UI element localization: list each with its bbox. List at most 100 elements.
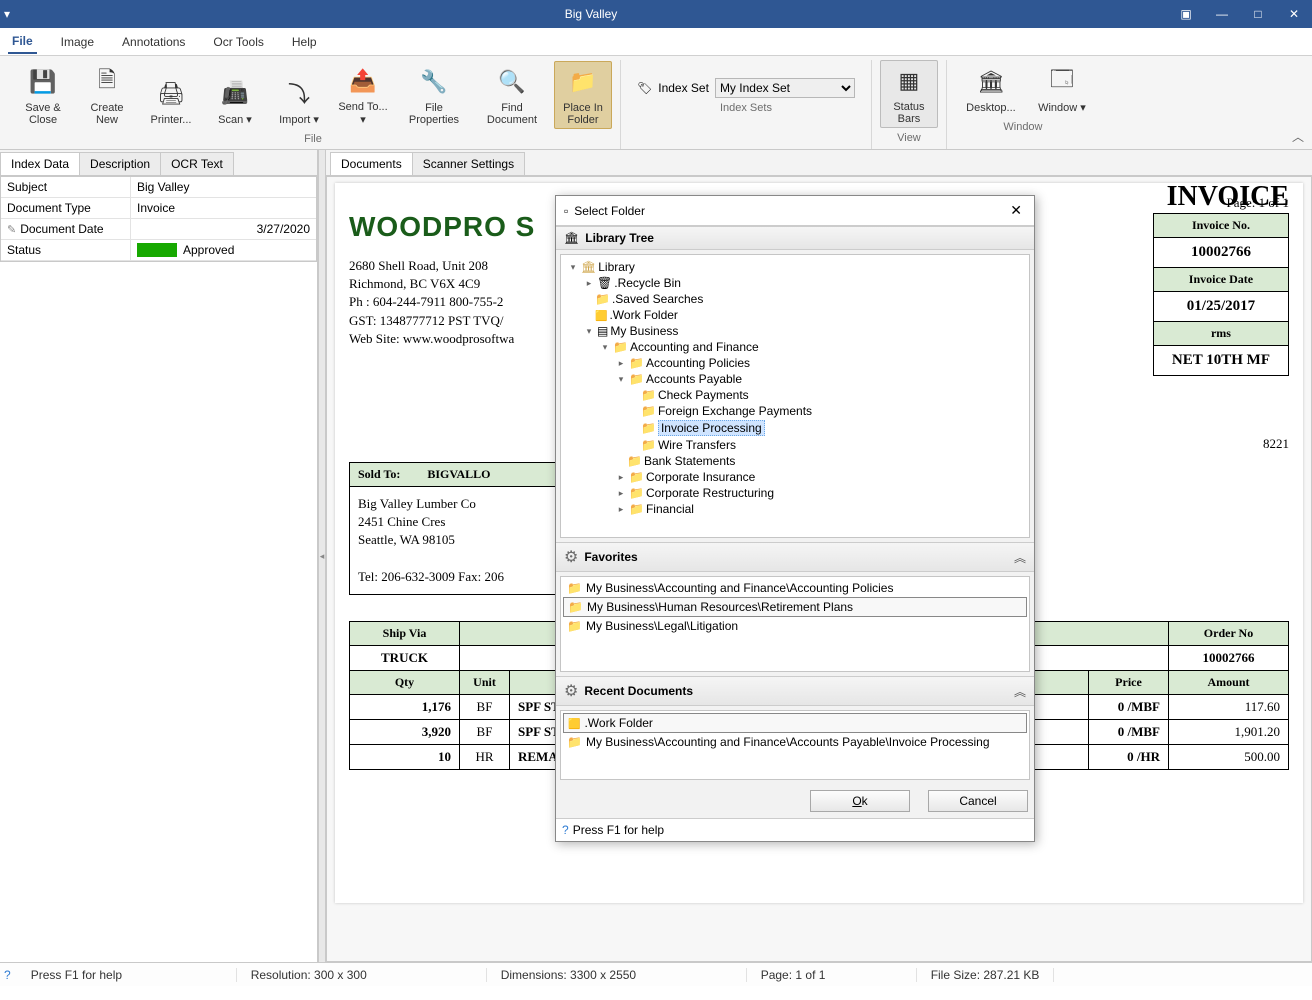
invoice-info-table: Invoice No.10002766 Invoice Date01/25/20…	[1153, 213, 1289, 376]
ribbon-collapse-icon[interactable]: ︿	[1292, 128, 1304, 145]
folder-icon	[629, 372, 644, 386]
tab-documents[interactable]: Documents	[330, 152, 413, 175]
tree-node-invoice-processing[interactable]: Invoice Processing	[563, 419, 1027, 437]
idx-subject-value[interactable]: Big Valley	[131, 177, 316, 197]
library-tree-header: Library Tree	[585, 231, 654, 245]
favorites-header: Favorites	[584, 550, 637, 564]
favorite-item[interactable]: My Business\Legal\Litigation	[563, 617, 1027, 635]
scanner-icon: 📠	[217, 75, 253, 111]
expand-icon[interactable]: ▾	[615, 374, 627, 385]
expand-icon[interactable]: ▸	[615, 504, 627, 515]
status-bars-button[interactable]: ▦Status Bars	[880, 60, 938, 128]
dialog-help-text: Press F1 for help	[573, 823, 664, 837]
recycle-icon: 🗑	[597, 276, 612, 290]
tab-index-data[interactable]: Index Data	[0, 152, 80, 175]
ribbon-toggle-icon[interactable]: ▣	[1172, 3, 1200, 25]
tab-ocr-text[interactable]: OCR Text	[160, 152, 234, 175]
save-close-button[interactable]: 💾Save & Close	[14, 61, 72, 129]
expand-icon[interactable]: ▾	[567, 262, 579, 273]
idx-status-label: Status	[1, 240, 131, 260]
ribbon-group-file: File	[304, 131, 322, 147]
menu-help[interactable]: Help	[288, 31, 321, 53]
library-tree[interactable]: ▾ Library ▸🗑 .Recycle Bin .Saved Searche…	[560, 254, 1030, 538]
favorite-item[interactable]: My Business\Human Resources\Retirement P…	[563, 597, 1027, 617]
file-properties-button[interactable]: 🔧File Properties	[398, 61, 470, 129]
folder-icon	[613, 340, 628, 354]
invoice-heading: INVOICE	[1153, 181, 1289, 213]
folder-icon: 📁	[565, 64, 601, 100]
expand-icon[interactable]: ▸	[583, 278, 595, 289]
help-icon: ?	[4, 968, 11, 982]
splitter[interactable]: ◂	[318, 150, 326, 962]
wrench-icon: 🔧	[416, 64, 452, 100]
company-address: 2680 Shell Road, Unit 208Richmond, BC V6…	[349, 257, 535, 348]
index-grid: SubjectBig Valley Document TypeInvoice D…	[0, 176, 317, 262]
scan-button[interactable]: 📠Scan ▾	[206, 72, 264, 129]
folder-icon	[629, 502, 644, 516]
gear-icon: ⚙	[564, 547, 578, 567]
idx-docdate-label: Document Date	[1, 219, 131, 239]
collapse-icon[interactable]: ︽	[1014, 549, 1026, 566]
collapse-icon[interactable]: ︽	[1014, 683, 1026, 700]
work-folder-icon	[595, 308, 607, 322]
close-button[interactable]: ✕	[1280, 3, 1308, 25]
idx-subject-label: Subject	[1, 177, 131, 197]
status-bar: ? Press F1 for help Resolution: 300 x 30…	[0, 962, 1312, 986]
expand-icon[interactable]: ▸	[615, 358, 627, 369]
idx-status-value[interactable]: Approved	[131, 240, 316, 260]
find-document-button[interactable]: 🔍Find Document	[476, 61, 548, 129]
idx-docdate-value[interactable]: 3/27/2020	[131, 219, 316, 239]
titlebar: ▾ Big Valley ▣ — □ ✕	[0, 0, 1312, 28]
company-logo: WOODPRO S	[349, 211, 535, 243]
status-color-badge	[137, 243, 177, 257]
idx-doctype-value[interactable]: Invoice	[131, 198, 316, 218]
index-set-select[interactable]: My Index Set	[715, 78, 855, 98]
window-title: Big Valley	[10, 7, 1172, 21]
maximize-button[interactable]: □	[1244, 3, 1272, 25]
minimize-button[interactable]: —	[1208, 3, 1236, 25]
printer-button[interactable]: 🖨Printer...	[142, 73, 200, 129]
tag-icon: 🏷	[637, 81, 652, 95]
expand-icon[interactable]: ▸	[615, 472, 627, 483]
expand-icon[interactable]: ▾	[599, 342, 611, 353]
index-set-label: Index Set	[658, 81, 709, 95]
recent-item[interactable]: .Work Folder	[563, 713, 1027, 733]
folder-icon	[567, 619, 582, 633]
folder-icon	[629, 486, 644, 500]
menu-file[interactable]: File	[8, 30, 37, 54]
favorites-list: My Business\Accounting and Finance\Accou…	[560, 576, 1030, 672]
tab-description[interactable]: Description	[79, 152, 161, 175]
work-folder-icon	[568, 716, 580, 730]
left-pane: Index Data Description OCR Text SubjectB…	[0, 150, 318, 962]
ribbon: 💾Save & Close 🗎Create New 🖨Printer... 📠S…	[0, 56, 1312, 150]
cancel-button[interactable]: Cancel	[928, 790, 1028, 812]
dialog-close-button[interactable]: ✕	[1006, 202, 1026, 219]
expand-icon[interactable]: ▾	[583, 326, 595, 337]
send-to-button[interactable]: 📤Send To... ▾	[334, 60, 392, 129]
expand-icon[interactable]: ▸	[615, 488, 627, 499]
status-file-size: File Size: 287.21 KB	[917, 968, 1055, 982]
status-help: Press F1 for help	[17, 968, 237, 982]
favorite-item[interactable]: My Business\Accounting and Finance\Accou…	[563, 579, 1027, 597]
create-new-button[interactable]: 🗎Create New	[78, 61, 136, 129]
menu-annotations[interactable]: Annotations	[118, 31, 189, 53]
business-icon: ▤	[597, 324, 608, 338]
import-button[interactable]: ⤵Import ▾	[270, 72, 328, 129]
menu-ocr-tools[interactable]: Ocr Tools	[209, 31, 267, 53]
desktop-button[interactable]: 🏛Desktop...	[955, 61, 1027, 117]
tab-scanner-settings[interactable]: Scanner Settings	[412, 152, 525, 175]
import-icon: ⤵	[281, 75, 317, 111]
folder-icon	[641, 388, 656, 402]
window-button[interactable]: 🗔Window ▾	[1033, 60, 1091, 117]
folder-icon	[641, 421, 656, 435]
folder-icon	[595, 292, 610, 306]
ok-button[interactable]: OOkk	[810, 790, 910, 812]
folder-icon	[629, 356, 644, 370]
folder-icon	[627, 454, 642, 468]
dialog-icon: ▫	[564, 204, 568, 218]
place-in-folder-button[interactable]: 📁Place In Folder	[554, 61, 612, 129]
save-icon: 💾	[25, 64, 61, 100]
select-folder-dialog: ▫ Select Folder ✕ 🏛Library Tree ▾ Librar…	[555, 195, 1035, 842]
recent-item[interactable]: My Business\Accounting and Finance\Accou…	[563, 733, 1027, 751]
menu-image[interactable]: Image	[57, 31, 98, 53]
